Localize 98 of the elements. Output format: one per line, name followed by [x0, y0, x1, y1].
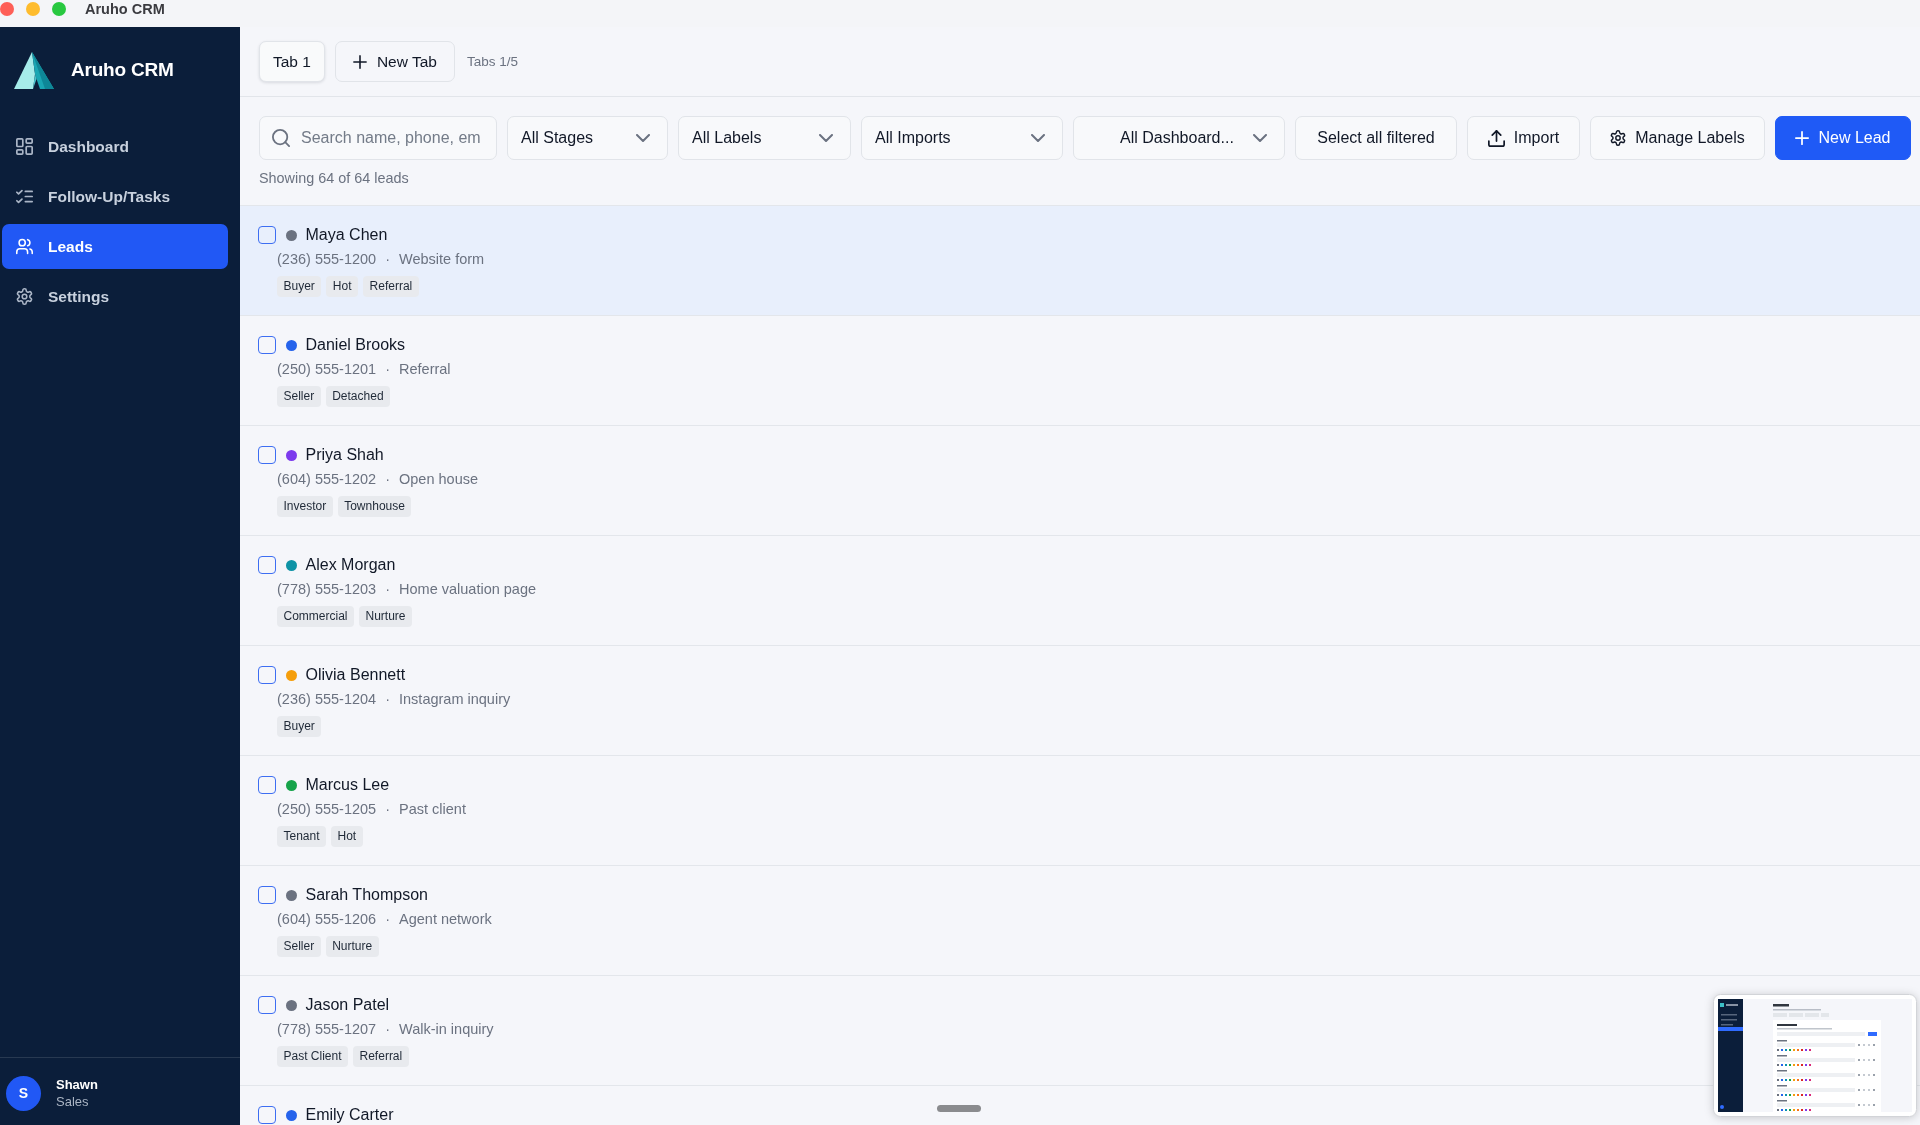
lead-phone: (604) 555-1206: [277, 911, 377, 927]
filter-dropdown[interactable]: All Stages: [507, 116, 668, 160]
separator: ·: [385, 251, 390, 267]
new-tab-button[interactable]: New Tab: [334, 41, 455, 82]
lead-source: Website form: [399, 251, 485, 267]
plus-icon: [1795, 131, 1810, 145]
search-field[interactable]: Search name, phone, em: [259, 116, 497, 160]
lead-phone: (250) 555-1201: [277, 361, 377, 377]
lead-source: Referral: [399, 361, 451, 377]
plus-icon: [352, 54, 367, 69]
close-button[interactable]: [0, 2, 14, 16]
filter-dropdown[interactable]: All Imports: [861, 116, 1063, 160]
nav-item[interactable]: Leads: [2, 224, 228, 269]
lead-tag: Tenant: [277, 826, 327, 847]
lead-source: Open house: [399, 471, 479, 487]
chevron-down-icon: [1253, 134, 1267, 142]
checklist-icon: [16, 188, 33, 205]
separator: ·: [385, 361, 390, 377]
lead-name[interactable]: Emily Carter: [305, 1105, 394, 1125]
lead-tag: Nurture: [359, 606, 413, 627]
filter-dropdown[interactable]: All Dashboard...: [1073, 116, 1285, 160]
row-checkbox[interactable]: [258, 446, 276, 464]
lead-name[interactable]: Marcus Lee: [305, 775, 390, 795]
tab[interactable]: Tab 1: [259, 41, 325, 82]
logo-icon: [14, 51, 54, 89]
nav-item[interactable]: Settings: [2, 274, 228, 319]
nav-item[interactable]: Dashboard: [2, 124, 228, 169]
row-checkbox[interactable]: [258, 1106, 276, 1124]
app-name: Aruho CRM: [71, 59, 174, 81]
lead-source: Instagram inquiry: [399, 691, 511, 707]
lead-tag: Buyer: [277, 716, 322, 737]
row-checkbox[interactable]: [258, 556, 276, 574]
lead-phone: (778) 555-1207: [277, 1021, 377, 1037]
lead-phone: (236) 555-1200: [277, 251, 377, 267]
window-title: Aruho CRM: [85, 2, 165, 17]
lead-tag: Referral: [353, 1046, 409, 1067]
row-checkbox[interactable]: [258, 666, 276, 684]
lead-tag: Buyer: [277, 276, 322, 297]
lead-tag: Hot: [326, 276, 359, 297]
separator: ·: [385, 1021, 390, 1037]
lead-tag: Commercial: [277, 606, 354, 627]
lead-tag: Seller: [277, 936, 321, 957]
lead-tag: Seller: [277, 386, 321, 407]
lead-name[interactable]: Daniel Brooks: [305, 335, 406, 355]
import-button[interactable]: Import: [1467, 116, 1580, 160]
gear-icon: [1610, 130, 1627, 146]
lead-name[interactable]: Olivia Bennett: [305, 665, 406, 685]
lead-name[interactable]: Alex Morgan: [305, 555, 396, 575]
separator: ·: [385, 691, 390, 707]
lead-source: Agent network: [399, 911, 492, 927]
lead-name[interactable]: Jason Patel: [305, 995, 390, 1015]
separator: ·: [385, 801, 390, 817]
new-lead-button[interactable]: New Lead: [1775, 116, 1911, 160]
lead-row[interactable]: Maya Chen (236) 555-1200 · Website form Buyer Hot Referral: [240, 206, 1920, 316]
lead-tag: Townhouse: [337, 496, 412, 517]
separator: ·: [385, 581, 390, 597]
lead-tag: Nurture: [325, 936, 379, 957]
lead-tag: Hot: [331, 826, 363, 847]
upload-icon: [1487, 129, 1505, 147]
scrollbar-thumb[interactable]: [937, 1105, 981, 1112]
lead-name[interactable]: Maya Chen: [305, 225, 388, 245]
grid-icon: [16, 138, 33, 155]
lead-tag: Past Client: [277, 1046, 349, 1067]
lead-tag: Detached: [325, 386, 391, 407]
lead-tag: Investor: [277, 496, 333, 517]
lead-source: Home valuation page: [399, 581, 537, 597]
lead-name[interactable]: Sarah Thompson: [305, 885, 428, 905]
lead-source: Walk-in inquiry: [399, 1021, 494, 1037]
row-checkbox[interactable]: [258, 886, 276, 904]
lead-phone: (778) 555-1203: [277, 581, 377, 597]
lead-phone: (250) 555-1205: [277, 801, 377, 817]
separator: ·: [385, 911, 390, 927]
nav-item[interactable]: Follow-Up/Tasks: [2, 174, 228, 219]
results-count: Showing 64 of 64 leads: [259, 170, 410, 186]
screenshot-preview-drawing[interactable]: [1713, 994, 1917, 1117]
user-avatar[interactable]: S: [6, 1075, 41, 1111]
user-name: Shawn: [56, 1076, 98, 1093]
lead-tag: Referral: [363, 276, 419, 297]
separator: ·: [385, 471, 390, 487]
tab-counter: Tabs 1/5: [466, 53, 518, 71]
user-role: Sales: [56, 1093, 90, 1110]
manage-labels-button[interactable]: Manage Labels: [1590, 116, 1765, 160]
row-checkbox[interactable]: [258, 226, 276, 244]
chevron-down-icon: [636, 134, 650, 142]
search-icon: [272, 129, 290, 147]
lead-name[interactable]: Priya Shah: [305, 445, 384, 465]
row-checkbox[interactable]: [258, 996, 276, 1014]
row-checkbox[interactable]: [258, 336, 276, 354]
chevron-down-icon: [819, 134, 833, 142]
lead-source: Past client: [399, 801, 466, 817]
settings-icon: [16, 288, 33, 305]
select-all-button[interactable]: Select all filtered: [1295, 116, 1457, 160]
filter-dropdown[interactable]: All Labels: [678, 116, 851, 160]
chevron-down-icon: [1031, 134, 1045, 142]
lead-phone: (236) 555-1204: [277, 691, 377, 707]
lead-phone: (604) 555-1202: [277, 471, 377, 487]
row-checkbox[interactable]: [258, 776, 276, 794]
users-icon: [16, 238, 33, 255]
